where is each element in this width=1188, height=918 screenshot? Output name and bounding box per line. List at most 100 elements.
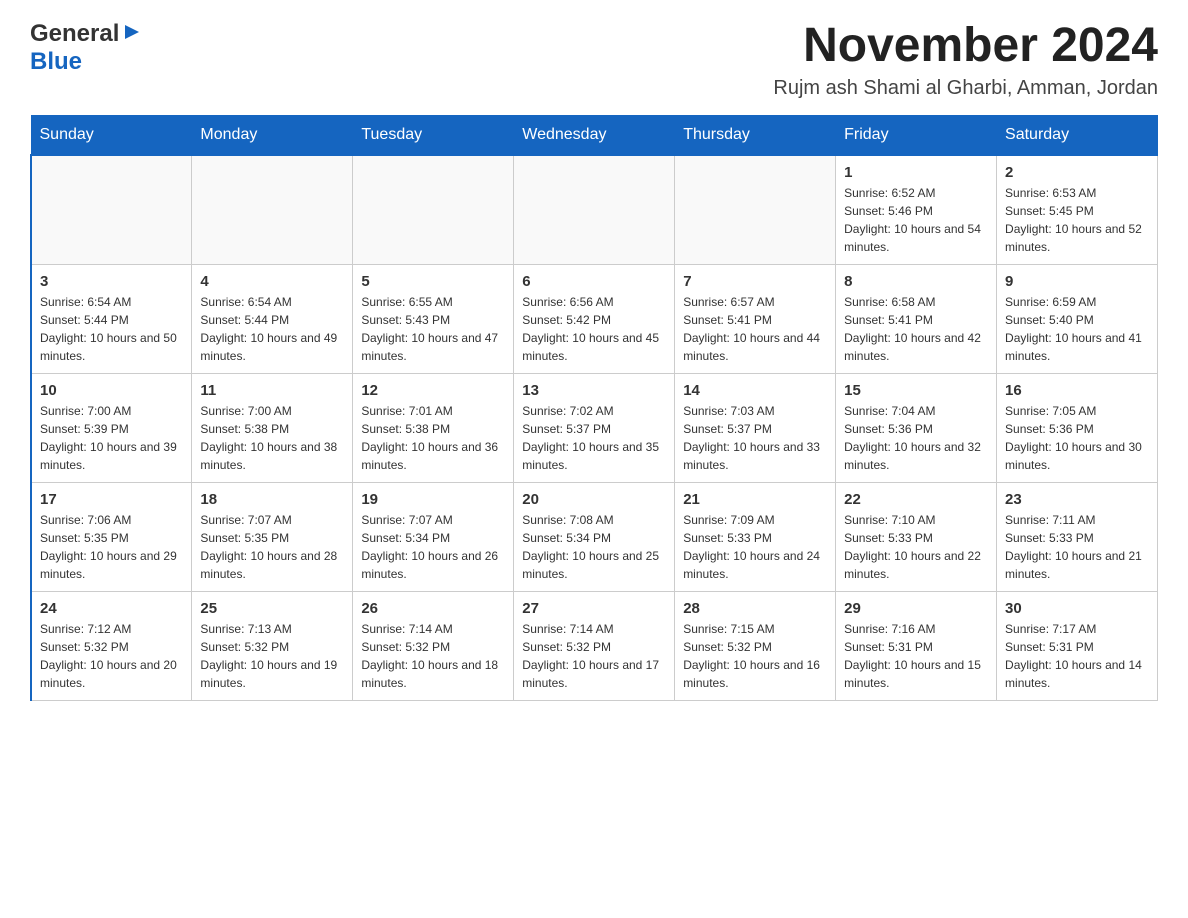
day-number: 25 <box>200 600 344 617</box>
title-block: November 2024 Rujm ash Shami al Gharbi, … <box>773 20 1158 100</box>
day-info: Sunrise: 6:59 AMSunset: 5:40 PMDaylight:… <box>1005 293 1149 365</box>
day-number: 10 <box>40 382 183 399</box>
calendar-day-cell: 16 Sunrise: 7:05 AMSunset: 5:36 PMDayligh… <box>997 373 1158 482</box>
calendar-day-cell: 22Sunrise: 7:10 AMSunset: 5:33 PMDayligh… <box>836 482 997 591</box>
calendar-day-cell: 2 Sunrise: 6:53 AMSunset: 5:45 PMDaylight… <box>997 155 1158 265</box>
calendar-day-cell: 6 Sunrise: 6:56 AMSunset: 5:42 PMDaylight… <box>514 264 675 373</box>
day-info: Sunrise: 7:14 AMSunset: 5:32 PMDaylight:… <box>522 620 666 692</box>
day-of-week-header: Thursday <box>675 115 836 155</box>
calendar-day-cell: 19 Sunrise: 7:07 AMSunset: 5:34 PMDayligh… <box>353 482 514 591</box>
day-of-week-header: Friday <box>836 115 997 155</box>
day-info: Sunrise: 7:10 AMSunset: 5:33 PMDaylight:… <box>844 511 988 583</box>
day-number: 20 <box>522 491 666 508</box>
calendar-day-cell: 10 Sunrise: 7:00 AMSunset: 5:39 PMDayligh… <box>31 373 192 482</box>
day-number: 4 <box>200 273 344 290</box>
calendar-day-cell: 9 Sunrise: 6:59 AMSunset: 5:40 PMDaylight… <box>997 264 1158 373</box>
calendar-day-cell <box>192 155 353 265</box>
day-info: Sunrise: 6:55 AMSunset: 5:43 PMDaylight:… <box>361 293 505 365</box>
day-number: 14 <box>683 382 827 399</box>
calendar-day-cell: 13Sunrise: 7:02 AMSunset: 5:37 PMDayligh… <box>514 373 675 482</box>
calendar-day-cell: 7Sunrise: 6:57 AMSunset: 5:41 PMDaylight… <box>675 264 836 373</box>
calendar-day-cell: 1Sunrise: 6:52 AMSunset: 5:46 PMDaylight… <box>836 155 997 265</box>
day-info: Sunrise: 6:54 AMSunset: 5:44 PMDaylight:… <box>40 293 183 365</box>
calendar-day-cell: 11Sunrise: 7:00 AMSunset: 5:38 PMDayligh… <box>192 373 353 482</box>
day-info: Sunrise: 7:15 AMSunset: 5:32 PMDaylight:… <box>683 620 827 692</box>
day-number: 19 <box>361 491 505 508</box>
day-info: Sunrise: 7:09 AMSunset: 5:33 PMDaylight:… <box>683 511 827 583</box>
day-number: 13 <box>522 382 666 399</box>
day-info: Sunrise: 6:52 AMSunset: 5:46 PMDaylight:… <box>844 184 988 256</box>
day-number: 5 <box>361 273 505 290</box>
calendar-day-cell: 18 Sunrise: 7:07 AMSunset: 5:35 PMDayligh… <box>192 482 353 591</box>
calendar-day-cell: 27 Sunrise: 7:14 AMSunset: 5:32 PMDayligh… <box>514 591 675 700</box>
day-number: 27 <box>522 600 666 617</box>
day-number: 24 <box>40 600 183 617</box>
day-number: 9 <box>1005 273 1149 290</box>
day-info: Sunrise: 7:01 AMSunset: 5:38 PMDaylight:… <box>361 402 505 474</box>
calendar-day-cell: 26Sunrise: 7:14 AMSunset: 5:32 PMDayligh… <box>353 591 514 700</box>
calendar-day-cell: 3Sunrise: 6:54 AMSunset: 5:44 PMDaylight… <box>31 264 192 373</box>
day-info: Sunrise: 6:57 AMSunset: 5:41 PMDaylight:… <box>683 293 827 365</box>
day-number: 23 <box>1005 491 1149 508</box>
day-of-week-header: Sunday <box>31 115 192 155</box>
day-info: Sunrise: 7:00 AMSunset: 5:39 PMDaylight:… <box>40 402 183 474</box>
day-number: 29 <box>844 600 988 617</box>
day-info: Sunrise: 6:56 AMSunset: 5:42 PMDaylight:… <box>522 293 666 365</box>
calendar-day-cell: 24 Sunrise: 7:12 AMSunset: 5:32 PMDayligh… <box>31 591 192 700</box>
days-of-week-row: SundayMondayTuesdayWednesdayThursdayFrid… <box>31 115 1158 155</box>
day-info: Sunrise: 6:53 AMSunset: 5:45 PMDaylight:… <box>1005 184 1149 256</box>
calendar-day-cell <box>353 155 514 265</box>
calendar-day-cell: 21 Sunrise: 7:09 AMSunset: 5:33 PMDayligh… <box>675 482 836 591</box>
day-info: Sunrise: 6:54 AMSunset: 5:44 PMDaylight:… <box>200 293 344 365</box>
calendar-day-cell: 15 Sunrise: 7:04 AMSunset: 5:36 PMDayligh… <box>836 373 997 482</box>
calendar-table: SundayMondayTuesdayWednesdayThursdayFrid… <box>30 115 1158 701</box>
logo: General Blue <box>30 20 143 76</box>
day-info: Sunrise: 7:12 AMSunset: 5:32 PMDaylight:… <box>40 620 183 692</box>
calendar-day-cell: 14Sunrise: 7:03 AMSunset: 5:37 PMDayligh… <box>675 373 836 482</box>
day-number: 17 <box>40 491 183 508</box>
calendar-day-cell <box>514 155 675 265</box>
calendar-header: SundayMondayTuesdayWednesdayThursdayFrid… <box>31 115 1158 155</box>
calendar-day-cell: 5 Sunrise: 6:55 AMSunset: 5:43 PMDaylight… <box>353 264 514 373</box>
logo-text-general: General <box>30 20 119 48</box>
day-number: 16 <box>1005 382 1149 399</box>
calendar-title: November 2024 <box>773 20 1158 73</box>
calendar-day-cell: 8 Sunrise: 6:58 AMSunset: 5:41 PMDaylight… <box>836 264 997 373</box>
calendar-day-cell: 25 Sunrise: 7:13 AMSunset: 5:32 PMDayligh… <box>192 591 353 700</box>
day-info: Sunrise: 7:14 AMSunset: 5:32 PMDaylight:… <box>361 620 505 692</box>
day-info: Sunrise: 7:07 AMSunset: 5:34 PMDaylight:… <box>361 511 505 583</box>
logo-text-blue: Blue <box>30 48 82 76</box>
calendar-day-cell: 30 Sunrise: 7:17 AMSunset: 5:31 PMDayligh… <box>997 591 1158 700</box>
calendar-week-row: 1Sunrise: 6:52 AMSunset: 5:46 PMDaylight… <box>31 155 1158 265</box>
day-info: Sunrise: 7:17 AMSunset: 5:31 PMDaylight:… <box>1005 620 1149 692</box>
day-of-week-header: Tuesday <box>353 115 514 155</box>
day-of-week-header: Wednesday <box>514 115 675 155</box>
day-info: Sunrise: 7:05 AMSunset: 5:36 PMDaylight:… <box>1005 402 1149 474</box>
calendar-day-cell: 17Sunrise: 7:06 AMSunset: 5:35 PMDayligh… <box>31 482 192 591</box>
calendar-day-cell: 12 Sunrise: 7:01 AMSunset: 5:38 PMDayligh… <box>353 373 514 482</box>
day-info: Sunrise: 7:16 AMSunset: 5:31 PMDaylight:… <box>844 620 988 692</box>
day-number: 6 <box>522 273 666 290</box>
calendar-week-row: 3Sunrise: 6:54 AMSunset: 5:44 PMDaylight… <box>31 264 1158 373</box>
day-number: 18 <box>200 491 344 508</box>
day-of-week-header: Monday <box>192 115 353 155</box>
day-info: Sunrise: 7:07 AMSunset: 5:35 PMDaylight:… <box>200 511 344 583</box>
calendar-day-cell: 23Sunrise: 7:11 AMSunset: 5:33 PMDayligh… <box>997 482 1158 591</box>
calendar-day-cell <box>675 155 836 265</box>
calendar-week-row: 24 Sunrise: 7:12 AMSunset: 5:32 PMDayligh… <box>31 591 1158 700</box>
day-info: Sunrise: 7:00 AMSunset: 5:38 PMDaylight:… <box>200 402 344 474</box>
day-number: 15 <box>844 382 988 399</box>
day-info: Sunrise: 7:04 AMSunset: 5:36 PMDaylight:… <box>844 402 988 474</box>
day-info: Sunrise: 6:58 AMSunset: 5:41 PMDaylight:… <box>844 293 988 365</box>
day-number: 12 <box>361 382 505 399</box>
day-number: 30 <box>1005 600 1149 617</box>
day-number: 21 <box>683 491 827 508</box>
day-info: Sunrise: 7:08 AMSunset: 5:34 PMDaylight:… <box>522 511 666 583</box>
day-number: 8 <box>844 273 988 290</box>
day-info: Sunrise: 7:13 AMSunset: 5:32 PMDaylight:… <box>200 620 344 692</box>
calendar-day-cell: 4 Sunrise: 6:54 AMSunset: 5:44 PMDaylight… <box>192 264 353 373</box>
calendar-day-cell: 20 Sunrise: 7:08 AMSunset: 5:34 PMDayligh… <box>514 482 675 591</box>
day-number: 28 <box>683 600 827 617</box>
day-number: 2 <box>1005 164 1149 181</box>
page-header: General Blue November 2024 Rujm ash Sham… <box>30 20 1158 100</box>
